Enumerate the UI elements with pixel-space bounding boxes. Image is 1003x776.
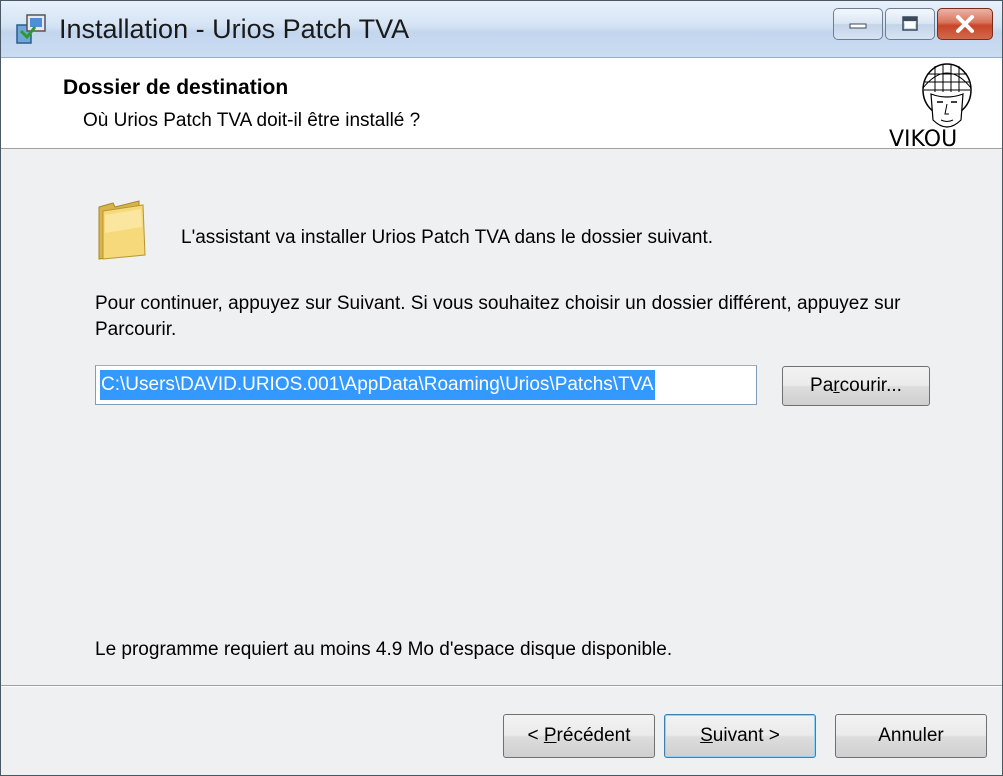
page-title: Dossier de destination: [63, 76, 289, 99]
destination-path-input[interactable]: C:\Users\DAVID.URIOS.001\AppData\Roaming…: [95, 365, 757, 405]
intro-text: L'assistant va installer Urios Patch TVA…: [181, 227, 714, 248]
next-label-post: uivant >: [712, 725, 780, 746]
minimize-button[interactable]: [833, 8, 883, 40]
close-icon: [956, 15, 974, 33]
folder-icon: [98, 200, 146, 260]
installer-window: Installation - Urios Patch TVA Dossier d…: [0, 0, 1003, 776]
cancel-button[interactable]: Annuler: [835, 714, 987, 758]
logo-text: VIKOU: [889, 127, 957, 148]
instruction-text: Pour continuer, appuyez sur Suivant. Si …: [95, 293, 901, 340]
title-bar[interactable]: Installation - Urios Patch TVA: [1, 1, 1002, 58]
installer-icon: [16, 14, 46, 44]
maximize-button[interactable]: [885, 8, 935, 40]
destination-path-value: C:\Users\DAVID.URIOS.001\AppData\Roaming…: [100, 370, 655, 400]
maximize-icon: [902, 16, 918, 31]
back-label-pre: <: [527, 725, 544, 746]
next-button[interactable]: Suivant >: [664, 714, 816, 758]
next-label-accel: S: [700, 725, 713, 746]
window-title: Installation - Urios Patch TVA: [59, 14, 410, 44]
disk-space-text: Le programme requiert au moins 4.9 Mo d'…: [95, 639, 673, 660]
close-button[interactable]: [937, 8, 993, 40]
browse-button[interactable]: Pa r courir...: [782, 366, 930, 406]
browse-label-post: courir...: [839, 375, 902, 396]
minimize-icon: [849, 23, 867, 29]
back-label-post: récédent: [556, 725, 631, 746]
cancel-label: Annuler: [878, 725, 944, 746]
footer-divider: [1, 685, 1002, 687]
browse-label-pre: Pa: [810, 375, 834, 396]
helmet-logo: VIKOU: [889, 63, 972, 148]
back-label-accel: P: [543, 725, 557, 746]
page-subtitle: Où Urios Patch TVA doit-il être installé…: [83, 110, 421, 131]
back-button[interactable]: < Précédent: [503, 714, 655, 758]
wizard-header: Dossier de destination Où Urios Patch TV…: [1, 58, 1002, 149]
